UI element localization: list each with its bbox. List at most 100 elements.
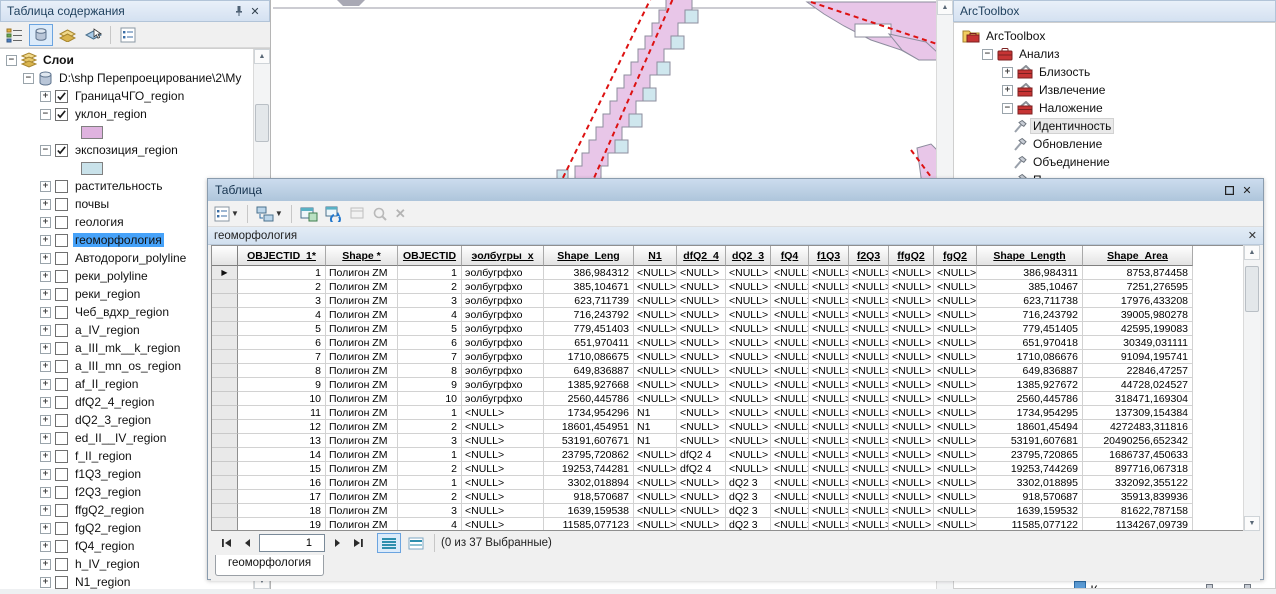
- table-cell[interactable]: <NULL>: [462, 448, 544, 462]
- toc-layer-item[interactable]: −уклон_region: [0, 105, 253, 123]
- table-cell[interactable]: <NULL>: [889, 308, 934, 322]
- table-cell[interactable]: <NULL>: [889, 462, 934, 476]
- scroll-thumb[interactable]: [255, 104, 269, 142]
- column-header[interactable]: N1: [634, 246, 677, 266]
- table-row[interactable]: 19Полигон ZM4<NULL>11585,077123<NULL><NU…: [212, 518, 1244, 531]
- table-cell[interactable]: 1134267,09739: [1083, 518, 1193, 531]
- table-cell[interactable]: <NULL>: [934, 448, 977, 462]
- table-cell[interactable]: <NULL>: [462, 490, 544, 504]
- table-cell[interactable]: <NULL>: [771, 392, 809, 406]
- table-cell[interactable]: <NULL>: [726, 406, 771, 420]
- table-cell[interactable]: 1385,927672: [977, 378, 1083, 392]
- table-row[interactable]: 11Полигон ZM1<NULL>1734,954296N1<NULL><N…: [212, 406, 1244, 420]
- table-cell[interactable]: 3: [398, 504, 462, 518]
- table-cell[interactable]: 1: [398, 448, 462, 462]
- table-cell[interactable]: <NULL>: [771, 378, 809, 392]
- table-cell[interactable]: 8: [238, 364, 326, 378]
- table-cell[interactable]: <NULL>: [726, 434, 771, 448]
- layer-checkbox[interactable]: [55, 360, 68, 373]
- table-cell[interactable]: Полигон ZM: [326, 280, 398, 294]
- table-cell[interactable]: <NULL>: [849, 406, 889, 420]
- layer-symbol-swatch[interactable]: [81, 126, 103, 139]
- toolbox-item[interactable]: Объединение: [954, 153, 1275, 171]
- table-cell[interactable]: <NULL>: [771, 462, 809, 476]
- select-related-records-button[interactable]: [298, 203, 320, 225]
- expand-icon[interactable]: +: [40, 523, 51, 534]
- table-cell[interactable]: <NULL>: [849, 476, 889, 490]
- table-cell[interactable]: 42595,199083: [1083, 322, 1193, 336]
- list-by-visibility-icon[interactable]: [55, 24, 79, 46]
- table-cell[interactable]: 623,711738: [977, 294, 1083, 308]
- table-row[interactable]: 15Полигон ZM2<NULL>19253,744281<NULL>dfQ…: [212, 462, 1244, 476]
- collapse-icon[interactable]: −: [6, 55, 17, 66]
- toolbox-item[interactable]: +Извлечение: [954, 81, 1275, 99]
- table-cell[interactable]: 1686737,450633: [1083, 448, 1193, 462]
- table-cell[interactable]: 9: [238, 378, 326, 392]
- table-cell[interactable]: <NULL>: [934, 434, 977, 448]
- table-cell[interactable]: Полигон ZM: [326, 518, 398, 531]
- table-cell[interactable]: 2: [398, 462, 462, 476]
- expand-icon[interactable]: +: [40, 577, 51, 588]
- table-cell[interactable]: <NULL>: [934, 308, 977, 322]
- table-row[interactable]: 5Полигон ZM5эолбугрфхо779,451403<NULL><N…: [212, 322, 1244, 336]
- expand-icon[interactable]: +: [40, 253, 51, 264]
- layer-checkbox[interactable]: [55, 216, 68, 229]
- toc-swatch-row[interactable]: [0, 123, 253, 141]
- table-cell[interactable]: <NULL>: [677, 280, 726, 294]
- table-cell[interactable]: <NULL>: [889, 336, 934, 350]
- table-row[interactable]: 16Полигон ZM1<NULL>3302,018894<NULL><NUL…: [212, 476, 1244, 490]
- table-cell[interactable]: <NULL>: [934, 476, 977, 490]
- table-cell[interactable]: <NULL>: [462, 504, 544, 518]
- list-by-source-icon[interactable]: [29, 24, 53, 46]
- expand-icon[interactable]: +: [40, 307, 51, 318]
- table-cell[interactable]: <NULL>: [771, 434, 809, 448]
- table-cell[interactable]: <NULL>: [849, 420, 889, 434]
- row-selector[interactable]: [212, 322, 238, 336]
- refresh-table-button[interactable]: [323, 203, 345, 225]
- toc-layer-item[interactable]: +ГраницаЧГО_region: [0, 87, 253, 105]
- table-cell[interactable]: 137309,154384: [1083, 406, 1193, 420]
- table-cell[interactable]: <NULL>: [634, 518, 677, 531]
- table-cell[interactable]: Полигон ZM: [326, 462, 398, 476]
- table-cell[interactable]: <NULL>: [677, 476, 726, 490]
- table-cell[interactable]: 91094,195741: [1083, 350, 1193, 364]
- table-cell[interactable]: <NULL>: [726, 322, 771, 336]
- table-cell[interactable]: Полигон ZM: [326, 350, 398, 364]
- table-cell[interactable]: <NULL>: [771, 294, 809, 308]
- expand-icon[interactable]: +: [40, 559, 51, 570]
- row-selector[interactable]: [212, 462, 238, 476]
- table-row[interactable]: 8Полигон ZM8эолбугрфхо649,836887<NULL><N…: [212, 364, 1244, 378]
- table-cell[interactable]: <NULL>: [726, 378, 771, 392]
- table-cell[interactable]: 716,243792: [544, 308, 634, 322]
- table-cell[interactable]: 14: [238, 448, 326, 462]
- table-cell[interactable]: <NULL>: [462, 476, 544, 490]
- show-selected-records-button[interactable]: [404, 533, 428, 553]
- table-cell[interactable]: 1710,086675: [544, 350, 634, 364]
- layer-checkbox[interactable]: [55, 342, 68, 355]
- table-cell[interactable]: <NULL>: [634, 378, 677, 392]
- table-cell[interactable]: 53191,607681: [977, 434, 1083, 448]
- layer-checkbox[interactable]: [55, 432, 68, 445]
- table-scrollbar[interactable]: ▲ ▼: [1243, 245, 1260, 531]
- table-cell[interactable]: 1639,159532: [977, 504, 1083, 518]
- pin-icon[interactable]: [231, 3, 247, 19]
- table-cell[interactable]: <NULL>: [889, 392, 934, 406]
- table-cell[interactable]: 386,984312: [544, 266, 634, 280]
- table-cell[interactable]: <NULL>: [849, 490, 889, 504]
- row-selector[interactable]: [212, 280, 238, 294]
- table-cell[interactable]: эолбугрфхо: [462, 378, 544, 392]
- table-cell[interactable]: <NULL>: [934, 420, 977, 434]
- table-cell[interactable]: эолбугрфхо: [462, 266, 544, 280]
- table-cell[interactable]: 651,970418: [977, 336, 1083, 350]
- row-selector[interactable]: [212, 336, 238, 350]
- table-cell[interactable]: <NULL>: [771, 504, 809, 518]
- table-cell[interactable]: 386,984311: [977, 266, 1083, 280]
- table-cell[interactable]: 623,711739: [544, 294, 634, 308]
- table-cell[interactable]: 651,970411: [544, 336, 634, 350]
- table-row[interactable]: 3Полигон ZM3эолбугрфхо623,711739<NULL><N…: [212, 294, 1244, 308]
- table-cell[interactable]: <NULL>: [849, 294, 889, 308]
- table-cell[interactable]: Полигон ZM: [326, 448, 398, 462]
- last-record-button[interactable]: [349, 534, 367, 552]
- table-cell[interactable]: <NULL>: [849, 336, 889, 350]
- close-icon[interactable]: ✕: [1248, 229, 1257, 242]
